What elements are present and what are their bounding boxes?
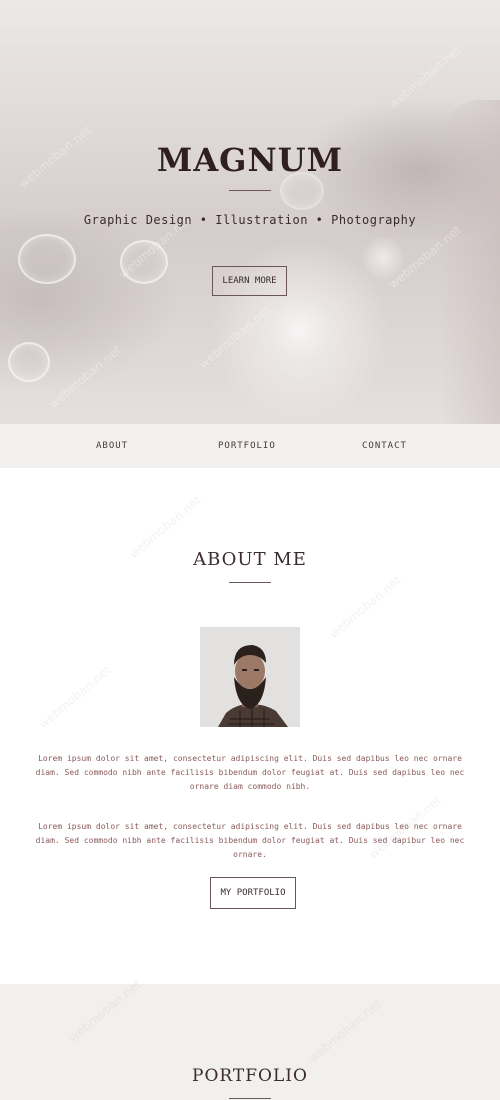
hero-section: webmoban.net webmoban.net webmoban.net w… <box>0 0 500 424</box>
page: webmoban.net webmoban.net webmoban.net w… <box>0 0 500 1100</box>
site-title: MAGNUM <box>156 141 344 179</box>
learn-more-button[interactable]: LEARN MORE <box>212 266 287 296</box>
about-paragraph-2: Lorem ipsum dolor sit amet, consectetur … <box>35 822 465 859</box>
about-heading: ABOUT ME <box>193 549 307 570</box>
main-nav: ABOUT PORTFOLIO CONTACT <box>0 424 500 468</box>
watermark: webmoban.net <box>66 976 144 1046</box>
title-divider <box>229 190 271 191</box>
about-divider <box>229 582 271 583</box>
watermark: webmoban.net <box>326 572 404 642</box>
portrait-illustration <box>200 627 300 727</box>
watermark: webmoban.net <box>36 662 114 732</box>
profile-photo <box>200 627 300 727</box>
site-tagline: Graphic Design • Illustration • Photogra… <box>83 213 417 227</box>
portfolio-heading: PORTFOLIO <box>192 1066 308 1086</box>
about-paragraph-1: Lorem ipsum dolor sit amet, consectetur … <box>35 754 465 791</box>
watermark: webmoban.net <box>306 996 384 1066</box>
portfolio-section: webmoban.net webmoban.net PORTFOLIO <box>0 977 500 1100</box>
hero-overlay <box>0 0 500 424</box>
my-portfolio-button[interactable]: MY PORTFOLIO <box>210 877 296 909</box>
nav-item-portfolio[interactable]: PORTFOLIO <box>218 424 276 468</box>
nav-item-about[interactable]: ABOUT <box>96 424 128 468</box>
portfolio-divider <box>229 1098 271 1099</box>
nav-item-contact[interactable]: CONTACT <box>362 424 407 468</box>
